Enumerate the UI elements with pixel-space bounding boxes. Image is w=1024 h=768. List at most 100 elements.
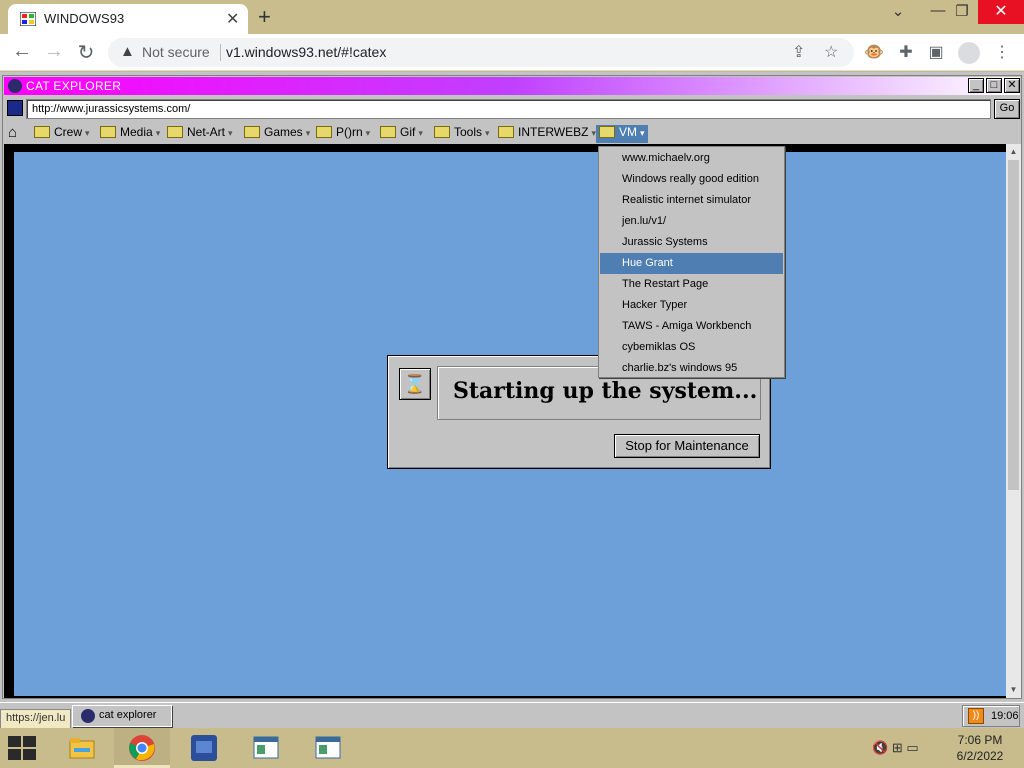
w93-close-icon[interactable]: ✕: [1004, 78, 1020, 93]
url-text[interactable]: v1.windows93.net/#!catex: [226, 44, 386, 60]
menu-item-restart-page[interactable]: The Restart Page: [600, 274, 783, 295]
os-clock[interactable]: 7:06 PM 6/2/2022: [950, 732, 1010, 764]
vm-dropdown-menu: www.michaelv.org Windows really good edi…: [598, 146, 785, 378]
volume-muted-icon[interactable]: 🔇: [872, 740, 888, 755]
bookmark-folder-gif[interactable]: Gif ▾: [380, 125, 423, 143]
w93-maximize-icon[interactable]: □: [986, 78, 1002, 93]
scroll-down-icon[interactable]: ▼: [1006, 683, 1021, 697]
windows93-favicon-icon: [20, 12, 36, 26]
warning-icon[interactable]: ▲: [120, 43, 135, 60]
app-window-2[interactable]: [300, 728, 356, 768]
bookmark-label: Gif: [400, 125, 416, 139]
profile-avatar[interactable]: [958, 42, 980, 64]
w93-system-tray: )) 19:06: [962, 705, 1020, 727]
cat-explorer-window: CAT EXPLORER _ □ ✕ Go ⌂ Crew▾ Media▾ Net…: [2, 75, 1022, 699]
w93-clock: 19:06: [991, 710, 1019, 722]
bookmark-folder-vm[interactable]: VM ▾: [596, 125, 648, 143]
stop-for-maintenance-button[interactable]: Stop for Maintenance: [614, 434, 760, 458]
w93-minimize-icon[interactable]: _: [968, 78, 984, 93]
menu-item-charlie-windows95[interactable]: charlie.bz's windows 95: [600, 358, 783, 379]
battery-icon[interactable]: ▭: [906, 740, 918, 755]
app-window-icon: [253, 736, 279, 759]
file-explorer-icon: [69, 738, 95, 759]
menu-item-windows-really-good[interactable]: Windows really good edition: [600, 169, 783, 190]
folder-icon: [316, 126, 332, 138]
menu-item-realistic-internet[interactable]: Realistic internet simulator: [600, 190, 783, 211]
monkey-extension-icon[interactable]: 🐵: [864, 42, 884, 62]
home-icon[interactable]: ⌂: [8, 124, 17, 141]
bookmark-label: Net-Art: [187, 125, 226, 139]
tab-search-icon[interactable]: ⌄: [878, 2, 918, 20]
restore-icon[interactable]: ❐: [942, 2, 982, 20]
forward-icon[interactable]: →: [42, 40, 66, 63]
clock-date: 6/2/2022: [956, 749, 1004, 763]
virtual-desktop-icon: [191, 735, 217, 761]
bookmark-label: Crew: [54, 125, 83, 139]
bookmark-star-icon[interactable]: ☆: [824, 42, 838, 62]
bookmark-label: P()rn: [336, 125, 363, 139]
go-button[interactable]: Go: [994, 99, 1020, 119]
security-label[interactable]: Not secure: [142, 44, 210, 60]
folder-icon: [167, 126, 183, 138]
scroll-thumb[interactable]: [1008, 160, 1019, 490]
network-icon[interactable]: ⊞: [892, 740, 903, 755]
menu-item-cybemiklas[interactable]: cybemiklas OS: [600, 337, 783, 358]
bookmark-folder-crew[interactable]: Crew ▾: [34, 125, 90, 143]
bookmark-folder-porn[interactable]: P()rn ▾: [316, 125, 370, 143]
omnibox[interactable]: ▲ Not secure v1.windows93.net/#!catex ⇪ …: [108, 38, 854, 67]
bookmarks-bar: ⌂ Crew ▾ Media ▾ Net-Art ▾ Games ▾ P()rn ▾ Gi…: [4, 123, 1020, 143]
bookmark-label: INTERWEBZ: [518, 125, 589, 139]
windows-start-icon[interactable]: [8, 736, 38, 760]
menu-item-jen-lu[interactable]: jen.lu/v1/: [600, 211, 783, 232]
vertical-scrollbar[interactable]: ▲ ▼: [1006, 144, 1021, 698]
cat-explorer-titlebar[interactable]: CAT EXPLORER _ □ ✕: [4, 77, 1020, 95]
app-window-1[interactable]: [238, 728, 294, 768]
cat-explorer-icon: [81, 709, 95, 723]
folder-icon: [380, 126, 396, 138]
bookmark-folder-media[interactable]: Media ▾: [100, 125, 160, 143]
cat-address-input[interactable]: [26, 99, 991, 119]
folder-icon: [599, 126, 615, 138]
bookmark-folder-interwebz[interactable]: INTERWEBZ ▾: [498, 125, 596, 143]
folder-icon: [34, 126, 50, 138]
task-label: cat explorer: [99, 709, 157, 721]
side-panel-icon[interactable]: ▣: [926, 42, 946, 62]
folder-icon: [100, 126, 116, 138]
menu-item-taws[interactable]: TAWS - Amiga Workbench: [600, 316, 783, 337]
share-icon[interactable]: ⇪: [792, 42, 805, 62]
windows93-desktop: CAT EXPLORER _ □ ✕ Go ⌂ Crew▾ Media▾ Net…: [0, 72, 1024, 729]
task-button-cat-explorer[interactable]: cat explorer: [72, 705, 172, 727]
cat-explorer-icon: [8, 79, 22, 93]
rss-icon[interactable]: )): [968, 708, 984, 724]
menu-item-jurassic-systems[interactable]: Jurassic Systems: [600, 232, 783, 253]
back-icon[interactable]: ←: [10, 40, 34, 63]
virtual-desktop-app[interactable]: [176, 728, 232, 768]
chrome-app[interactable]: [114, 728, 170, 768]
browser-tab[interactable]: WINDOWS93 ✕: [8, 4, 248, 34]
tab-close-icon[interactable]: ✕: [226, 9, 239, 29]
folder-icon: [498, 126, 514, 138]
startup-message: Starting up the system...: [453, 378, 758, 404]
reload-icon[interactable]: ↻: [74, 40, 98, 65]
window-title: CAT EXPLORER: [26, 79, 122, 93]
folder-icon: [244, 126, 260, 138]
app-window-icon: [315, 736, 341, 759]
extensions-puzzle-icon[interactable]: ✚: [896, 42, 916, 62]
bookmark-folder-net-art[interactable]: Net-Art ▾: [167, 125, 233, 143]
folder-icon: [434, 126, 450, 138]
file-explorer-app[interactable]: [54, 728, 110, 768]
browser-toolbar: ← → ↻ ▲ Not secure v1.windows93.net/#!ca…: [0, 34, 1024, 71]
scroll-up-icon[interactable]: ▲: [1006, 145, 1021, 159]
window-close-icon[interactable]: ✕: [978, 0, 1024, 24]
menu-item-hue-grant[interactable]: Hue Grant: [600, 253, 783, 274]
tab-title: WINDOWS93: [44, 11, 125, 26]
page-icon: [7, 100, 23, 116]
chrome-menu-icon[interactable]: ⋮: [992, 42, 1012, 62]
menu-item-michaelv[interactable]: www.michaelv.org: [600, 148, 783, 169]
os-taskbar: 🔇 ⊞ ▭ 7:06 PM 6/2/2022: [0, 728, 1024, 768]
menu-item-hacker-typer[interactable]: Hacker Typer: [600, 295, 783, 316]
new-tab-icon[interactable]: +: [258, 4, 271, 30]
bookmark-folder-games[interactable]: Games ▾: [244, 125, 310, 143]
bookmark-folder-tools[interactable]: Tools ▾: [434, 125, 490, 143]
w93-taskbar: https://jen.lu cat explorer )) 19:06: [0, 702, 1024, 729]
